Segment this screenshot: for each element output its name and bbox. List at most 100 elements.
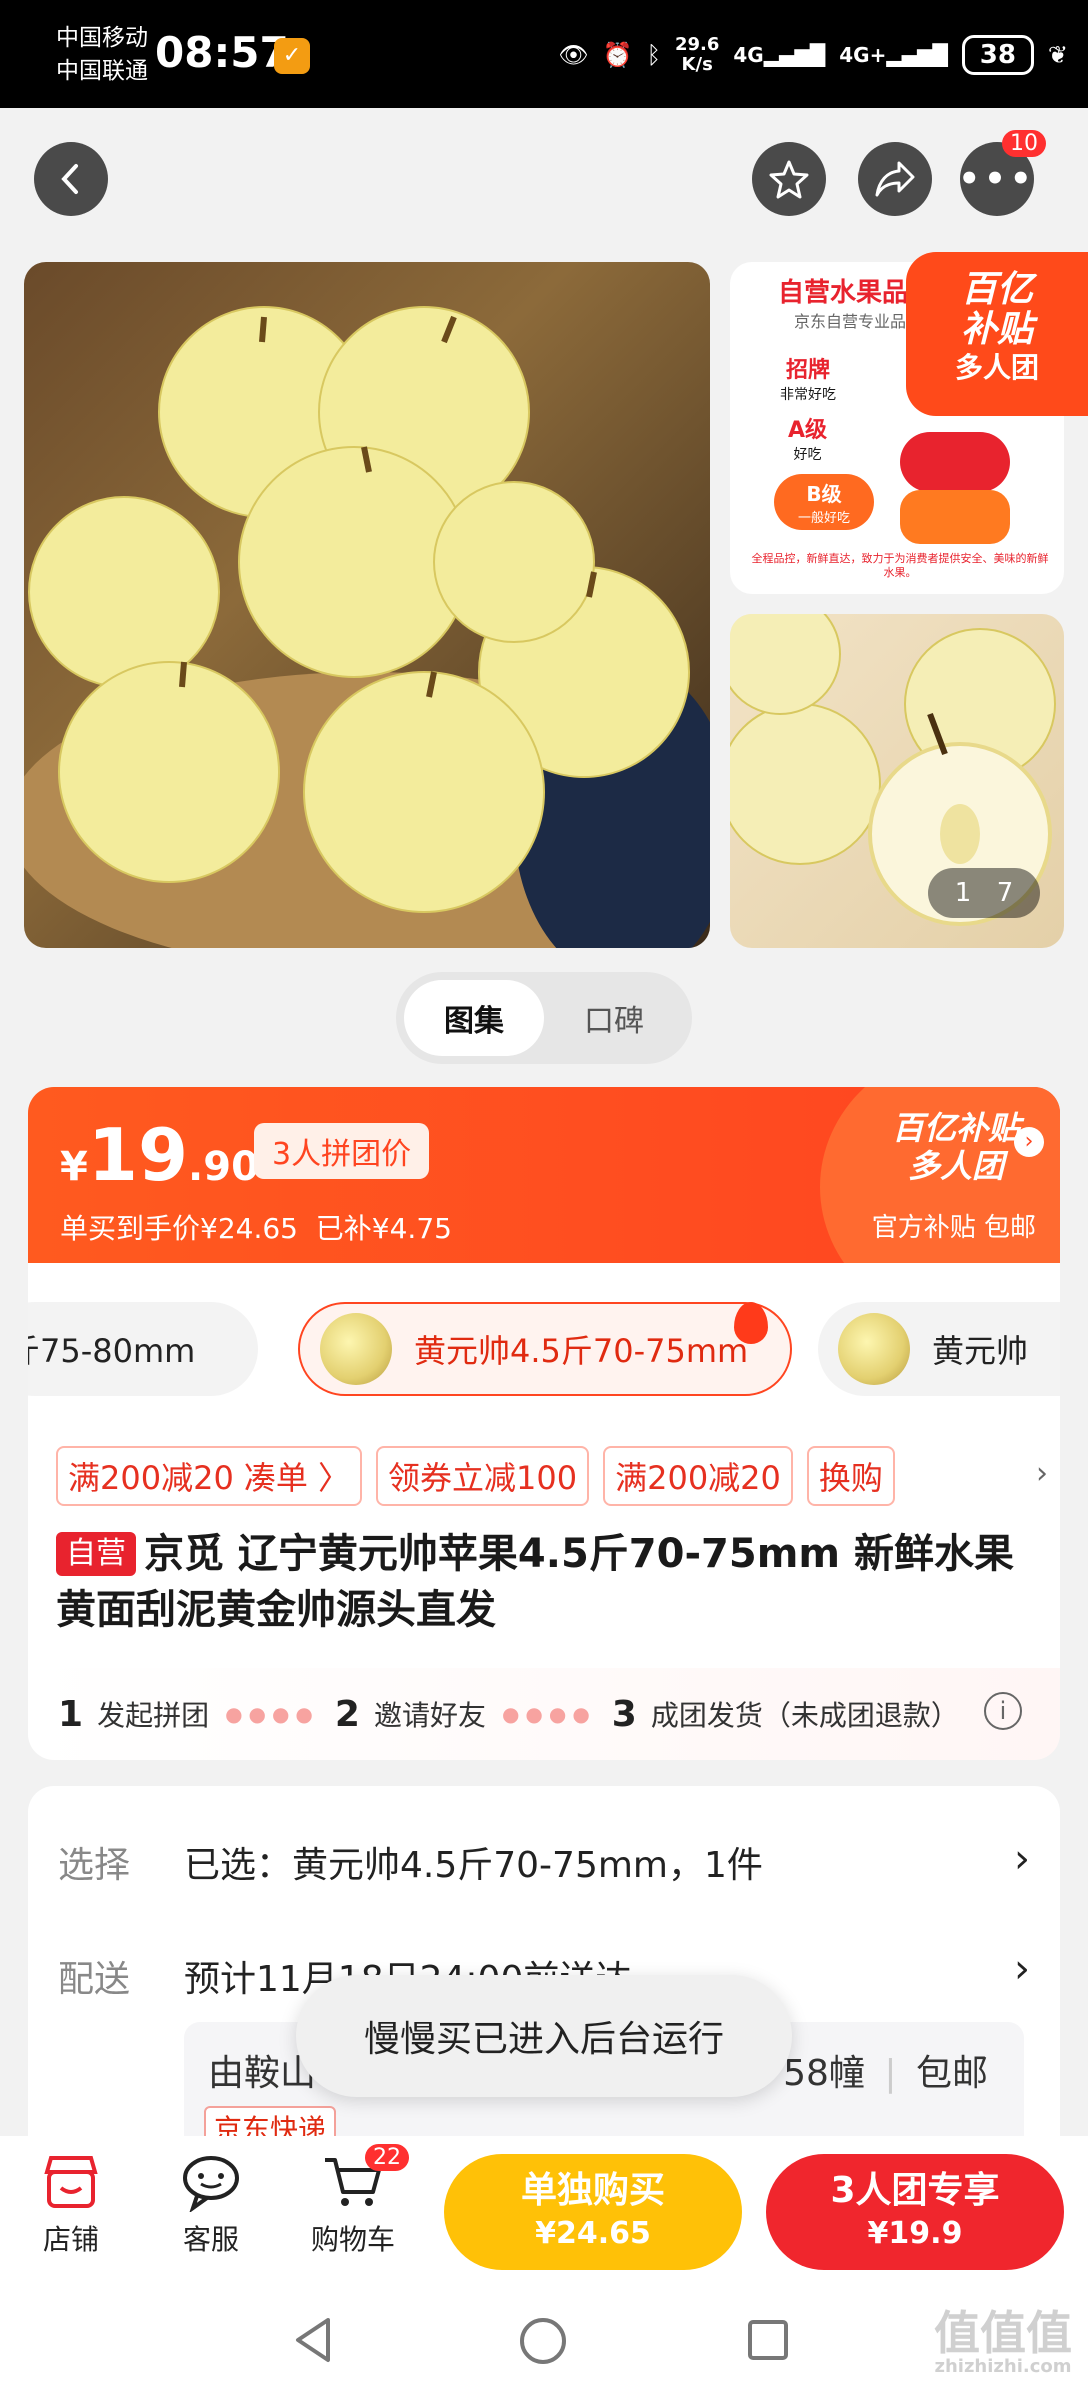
grade-a-desc: 好吃 [793,447,822,463]
speed-value: 29.6 [674,34,720,55]
subsidy-subtitle: 官方补贴 包邮 [871,1213,1036,1243]
product-title: 自营 京觅 辽宁黄元帅苹果4.5斤70-75mm 新鲜水果黄面刮泥黄金帅源头直发 [56,1526,1032,1638]
status-icons: 👁 ⏰ ᛒ 29.6 K/s 4G▂▄▆█ 4G+▂▄▆█ 38 ❦ [558,30,1068,80]
more-badge: 10 [1002,130,1046,157]
cart-badge: 22 [365,2144,409,2171]
status-bar: 中国移动 中国联通 08:57 ✓ 👁 ⏰ ᛒ 29.6 K/s 4G▂▄▆█ … [0,0,1088,108]
subsidy-title-2: 多人团 [907,1147,1004,1185]
step-3-label: 成团发货（未成团退款） [650,1699,959,1732]
speed-unit: K/s [681,54,713,75]
group-price-badge: 3人拼团价 [254,1123,430,1179]
star-icon [769,160,809,199]
grade-subheader: 京东自营专业品 [794,312,907,331]
variant-label: 黄元帅 [932,1332,1029,1370]
bluetooth-icon: ᛒ [646,41,661,69]
tab-reviews[interactable]: 口碑 [544,980,684,1056]
leaf-icon: ❦ [1047,41,1068,69]
price-decimal: .90 [188,1144,259,1190]
subsidy-arrow-icon[interactable]: › [1014,1127,1044,1157]
grade-top-label: 招牌 [785,358,830,383]
step-dots: ●●●● [501,1702,596,1726]
coupon-row: 满200减20 凑单 〉 领券立减100 满200减20 换购 [56,1446,895,1510]
service-label: 客服 [182,2223,239,2256]
signal-2-label: 4G+ [839,43,887,67]
share-icon [875,161,915,197]
promo-line-2: 补贴 [960,309,1033,350]
grade-b-label: B级 [806,482,842,506]
network-speed: 29.6 K/s [675,35,719,75]
bottom-action-bar: 店铺 客服 22 购物车 单独购买 ¥24.65 3人团专享 ¥19.9 [0,2136,1088,2272]
watermark: 值值值 zhizhizhi.com [934,2310,1072,2378]
eye-icon: 👁 [558,41,589,69]
nav-recents-icon[interactable] [746,2318,790,2362]
select-value: 已选：黄元帅4.5斤70-75mm，1件 [184,1845,763,1886]
variant-thumbnail [838,1313,910,1385]
shipping-label: 配送 [58,1959,131,2000]
system-navigation-bar [0,2272,1088,2400]
coupon-more-arrow-icon[interactable]: › [1036,1456,1048,1491]
carrier-2: 中国联通 [56,58,148,84]
info-icon[interactable]: i [984,1692,1022,1730]
cart-icon: 22 [321,2144,409,2212]
toast-notification: 慢慢买已进入后台运行 [296,1975,792,2097]
step-1-label: 发起拼团 [97,1699,210,1732]
cart-label: 购物车 [310,2223,395,2256]
coupon-exchange[interactable]: 换购 [806,1446,895,1506]
variant-option-1[interactable]: 斤75-80mm [28,1302,258,1396]
more-button[interactable]: ••• 10 [958,130,1046,216]
apple-basket-image [24,306,710,948]
variant-option-2[interactable]: 黄元帅4.5斤70-75mm [298,1302,792,1396]
variant-option-3[interactable]: 黄元帅 [818,1302,1060,1396]
ship-address: 58幢 [783,2053,865,2094]
favorite-button[interactable] [752,142,826,216]
buy-group-button[interactable]: 3人团专享 ¥19.9 [766,2154,1064,2270]
nav-home-icon[interactable] [518,2316,568,2366]
price-banner: ¥19.90 3人拼团价 单买到手价¥24.65 已补¥4.75 百亿补贴 多人… [28,1087,1060,1263]
buy-single-price: ¥24.65 [535,2216,651,2251]
watermark-sub: zhizhizhi.com [934,2356,1072,2377]
coupon-add-on[interactable]: 凑单 〉 [244,1453,350,1499]
step-2-label: 邀请好友 [373,1699,486,1732]
more-dots-icon: ••• [958,159,1036,199]
grade-header: 自营水果品 [778,278,909,308]
single-price: 单买到手价¥24.65 [60,1212,298,1245]
variant-label: 黄元帅4.5斤70-75mm [414,1332,749,1370]
subsidized-amount: 已补¥4.75 [315,1212,452,1245]
back-button[interactable] [34,142,108,216]
step-2-number: 2 [334,1693,360,1735]
store-icon [39,2152,103,2212]
grade-footer: 全程品控，新鲜直达，致力于为消费者提供安全、美味的新鲜水果。 [751,552,1049,579]
product-title-text: 京觅 辽宁黄元帅苹果4.5斤70-75mm 新鲜水果黄面刮泥黄金帅源头直发 [56,1531,1014,1633]
promo-line-1: 百亿 [960,269,1033,310]
share-button[interactable] [858,142,932,216]
buy-group-title: 3人团专享 [830,2170,1000,2211]
buy-single-title: 单独购买 [520,2170,665,2211]
promo-line-3: 多人团 [954,351,1039,384]
step-1-number: 1 [58,1693,84,1735]
buy-single-button[interactable]: 单独购买 ¥24.65 [444,2154,742,2270]
grade-top-desc: 非常好吃 [780,387,836,403]
cart-button[interactable]: 22 购物车 [298,2144,409,2258]
coupon-discount-2[interactable]: 领券立减100 [376,1446,590,1506]
signal-1-label: 4G [733,43,764,67]
coupon-discount-1[interactable]: 满200减20 凑单 〉 [56,1446,362,1506]
tab-gallery[interactable]: 图集 [404,980,544,1056]
price-currency: ¥ [60,1144,88,1190]
self-operated-tag: 自营 [56,1532,136,1576]
subsidy-title-1: 百亿补贴 [891,1109,1020,1147]
coupon-discount-3[interactable]: 满200减20 [603,1446,793,1506]
grade-a: A级 好吃 [788,412,827,464]
variant-thumbnail [320,1313,392,1385]
product-main-image[interactable] [24,262,710,948]
shop-button[interactable]: 店铺 [16,2152,126,2258]
signal-2: 4G+▂▄▆█ [839,43,948,67]
free-shipping: 包邮 [915,2053,988,2094]
chat-icon [179,2152,243,2214]
customer-service-button[interactable]: 客服 [156,2152,266,2258]
group-buy-steps: 1 发起拼团 ●●●● 2 邀请好友 ●●●● 3 成团发货（未成团退款） i [28,1668,1060,1760]
coupon-label: 满200减20 [68,1459,234,1497]
subsidy-title[interactable]: 百亿补贴 多人团 [892,1109,1020,1185]
ship-details: 58幢 | 包邮 [783,2053,988,2094]
grade-b: B级 一般好吃 [774,474,874,530]
nav-back-icon[interactable] [292,2316,336,2364]
